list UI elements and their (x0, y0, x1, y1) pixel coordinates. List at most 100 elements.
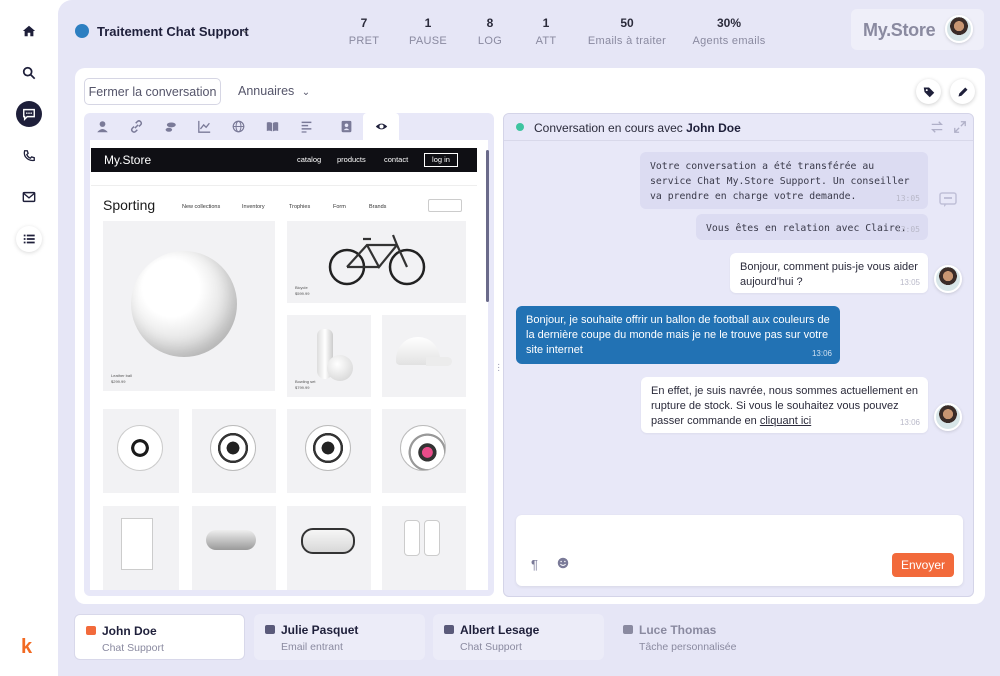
eye-icon[interactable] (363, 113, 399, 140)
equipment-pack-image (121, 518, 153, 570)
site-category[interactable]: Form (333, 204, 346, 210)
search-icon[interactable] (16, 60, 42, 86)
product-tile[interactable] (382, 506, 466, 590)
site-menu-products[interactable]: products (337, 155, 366, 164)
site-logo: My.Store (104, 153, 152, 167)
site-cart-button[interactable] (428, 199, 462, 212)
footprint-icon[interactable] (154, 113, 186, 140)
emoji-icon[interactable] (557, 557, 569, 572)
agent-message: Bonjour, comment puis-je vous aider aujo… (730, 253, 928, 293)
contact-icon[interactable] (330, 113, 362, 140)
resize-handle[interactable]: · · · (497, 360, 500, 376)
conversation-tab-julie-pasquet[interactable]: Julie Pasquet Email entrant (254, 614, 425, 660)
bowling-ball-image (327, 355, 353, 381)
agent-avatar (934, 403, 962, 431)
site-navbar: My.Store catalog products contact log in (91, 148, 477, 172)
system-message: Votre conversation a été transférée au s… (640, 152, 928, 209)
site-category[interactable]: New collections (182, 204, 220, 210)
site-category[interactable]: Brands (369, 204, 386, 210)
customer-message: Bonjour, je souhaite offrir un ballon de… (516, 306, 840, 364)
chat-icon (86, 626, 96, 635)
folder-icon (623, 625, 633, 634)
football-image (400, 425, 446, 471)
site-category[interactable]: Inventory (242, 204, 265, 210)
list-icon[interactable] (16, 226, 42, 252)
globe-icon[interactable] (222, 113, 254, 140)
product-tile[interactable] (192, 506, 276, 590)
cap-brim (426, 357, 452, 366)
bot-icon (939, 192, 959, 211)
product-tile[interactable] (192, 409, 276, 493)
book-icon[interactable] (256, 113, 288, 140)
shin-guard-image (404, 520, 420, 556)
text-icon[interactable] (290, 113, 322, 140)
context-panel: My.Store catalog products contact log in… (84, 113, 494, 596)
queue-title[interactable]: Traitement Chat Support (97, 24, 249, 39)
chart-icon[interactable] (188, 113, 220, 140)
online-status-dot (516, 123, 524, 131)
conversation-tab-albert-lesage[interactable]: Albert Lesage Chat Support (433, 614, 604, 660)
edit-icon[interactable] (950, 79, 975, 104)
product-tile[interactable]: Leather ball $299.99 (103, 221, 275, 391)
conversation-tab-john-doe[interactable]: John Doe Chat Support (74, 614, 245, 660)
chat-icon[interactable] (16, 101, 42, 127)
site-topbar (91, 172, 477, 186)
conversation-tab-luce-thomas[interactable]: Luce Thomas Tâche personnalisée (612, 614, 783, 660)
site-menu-contact[interactable]: contact (384, 155, 408, 164)
chat-icon (444, 625, 454, 634)
preview-scrollbar[interactable] (486, 150, 489, 302)
main-nav: k (0, 0, 58, 676)
chat-header: Conversation en cours avec John Doe (504, 114, 973, 141)
product-tile[interactable] (287, 506, 371, 590)
whistle-image (206, 530, 256, 550)
agent-avatar[interactable] (945, 15, 973, 43)
mail-icon (265, 625, 275, 634)
product-tile[interactable] (382, 315, 466, 397)
football-image (305, 425, 351, 471)
message-composer[interactable]: ¶ Envoyer (516, 515, 963, 586)
close-conversation-button[interactable]: Fermer la conversation (84, 78, 221, 105)
app-logo: k (21, 636, 33, 658)
football-image (117, 425, 163, 471)
product-caption: Bicycle $599.99 (295, 285, 310, 296)
home-icon[interactable] (16, 18, 42, 44)
brand-logo: My.Store (863, 20, 936, 40)
product-tile[interactable] (103, 409, 179, 493)
paragraph-icon[interactable]: ¶ (531, 557, 538, 572)
agent-avatar (934, 265, 962, 293)
expand-icon[interactable] (953, 120, 967, 134)
directory-label: Annuaires (238, 84, 295, 98)
stat-agents-emails: 30% Agents emails (692, 16, 766, 47)
site-category[interactable]: Trophies (289, 204, 310, 210)
link-icon[interactable] (120, 113, 152, 140)
phone-icon[interactable] (16, 143, 42, 169)
agent-message: En effet, je suis navrée, nous sommes ac… (641, 377, 928, 433)
tag-icon[interactable] (916, 79, 941, 104)
directory-dropdown[interactable]: Annuaires ⌄ (238, 84, 310, 98)
mail-icon[interactable] (16, 184, 42, 210)
queue-status-dot (75, 24, 89, 38)
stat-emails: 50 Emails à traiter (587, 16, 667, 47)
chat-panel: Conversation en cours avec John Doe Votr… (503, 113, 974, 597)
system-message: Vous êtes en relation avec Claire. 13:05 (696, 214, 928, 240)
order-link[interactable]: cliquant ici (760, 415, 811, 427)
product-tile[interactable]: Bowling set $799.99 (287, 315, 371, 397)
football-image (210, 425, 256, 471)
send-button[interactable]: Envoyer (892, 553, 954, 577)
product-tile[interactable] (382, 409, 466, 493)
user-icon[interactable] (86, 113, 118, 140)
stat-att: 1 ATT (535, 16, 557, 47)
product-tile[interactable] (287, 409, 371, 493)
bicycle-image (328, 234, 426, 286)
site-login-button[interactable]: log in (424, 153, 458, 167)
chevron-down-icon[interactable]: ⌄ (241, 25, 249, 36)
football-image (131, 251, 237, 357)
chat-header-title: Conversation en cours avec John Doe (534, 121, 741, 135)
product-tile[interactable]: Bicycle $599.99 (287, 221, 466, 303)
product-tile[interactable] (103, 506, 179, 590)
sports-bag-image (301, 528, 355, 554)
site-menu-catalog[interactable]: catalog (297, 155, 321, 164)
brand-box: My.Store (851, 9, 984, 50)
chevron-down-icon: ⌄ (301, 87, 311, 98)
transfer-icon[interactable] (930, 120, 944, 134)
